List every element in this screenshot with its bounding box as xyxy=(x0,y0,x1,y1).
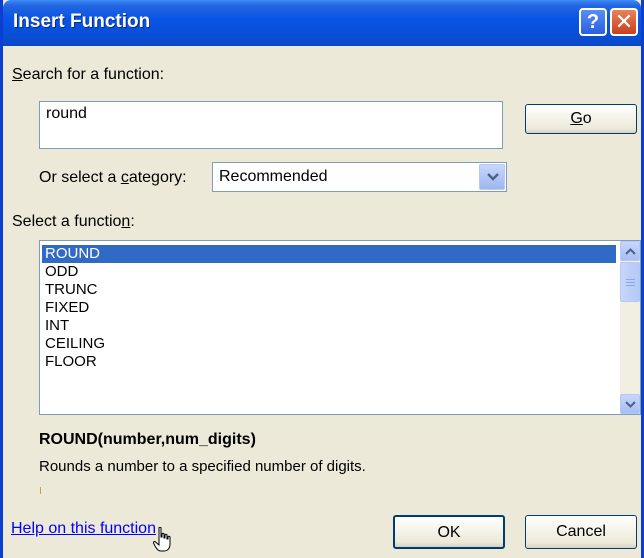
close-icon[interactable]: ✕ xyxy=(610,8,638,36)
go-button[interactable]: Go xyxy=(525,104,637,134)
insert-function-dialog: Insert Function ? ✕ Search for a functio… xyxy=(0,0,644,558)
title-bar[interactable]: Insert Function ? ✕ xyxy=(3,0,641,46)
function-list-scrollbar[interactable] xyxy=(620,241,640,414)
help-icon[interactable]: ? xyxy=(579,8,607,36)
list-item-floor[interactable]: FLOOR xyxy=(42,353,616,371)
category-select[interactable]: Recommended xyxy=(212,162,507,192)
ok-button[interactable]: OK xyxy=(393,515,505,549)
hand-cursor-icon xyxy=(153,527,171,552)
list-item-int[interactable]: INT xyxy=(42,317,616,335)
scroll-down-icon[interactable] xyxy=(620,394,640,414)
function-list-label: Select a function: xyxy=(12,213,135,230)
scroll-thumb[interactable] xyxy=(620,262,640,302)
cancel-button[interactable]: Cancel xyxy=(525,515,637,549)
dialog-title: Insert Function xyxy=(13,11,151,32)
category-label: Or select a category: xyxy=(39,169,187,186)
chevron-down-icon[interactable] xyxy=(479,164,505,190)
function-list[interactable]: ROUND ODD TRUNC FIXED INT CEILING FLOOR xyxy=(39,240,641,415)
list-item-round[interactable]: ROUND xyxy=(42,245,616,263)
search-label: Search for a function: xyxy=(12,66,165,83)
text-caret xyxy=(40,487,41,494)
help-on-function-link[interactable]: Help on this function xyxy=(11,520,156,538)
list-item-ceiling[interactable]: CEILING xyxy=(42,335,616,353)
category-value: Recommended xyxy=(219,168,328,185)
list-item-fixed[interactable]: FIXED xyxy=(42,299,616,317)
function-signature: ROUND(number,num_digits) xyxy=(39,431,256,448)
search-input[interactable]: round xyxy=(39,101,503,149)
function-description: Rounds a number to a specified number of… xyxy=(39,458,366,475)
list-item-trunc[interactable]: TRUNC xyxy=(42,281,616,299)
scroll-up-icon[interactable] xyxy=(620,241,640,261)
list-item-odd[interactable]: ODD xyxy=(42,263,616,281)
